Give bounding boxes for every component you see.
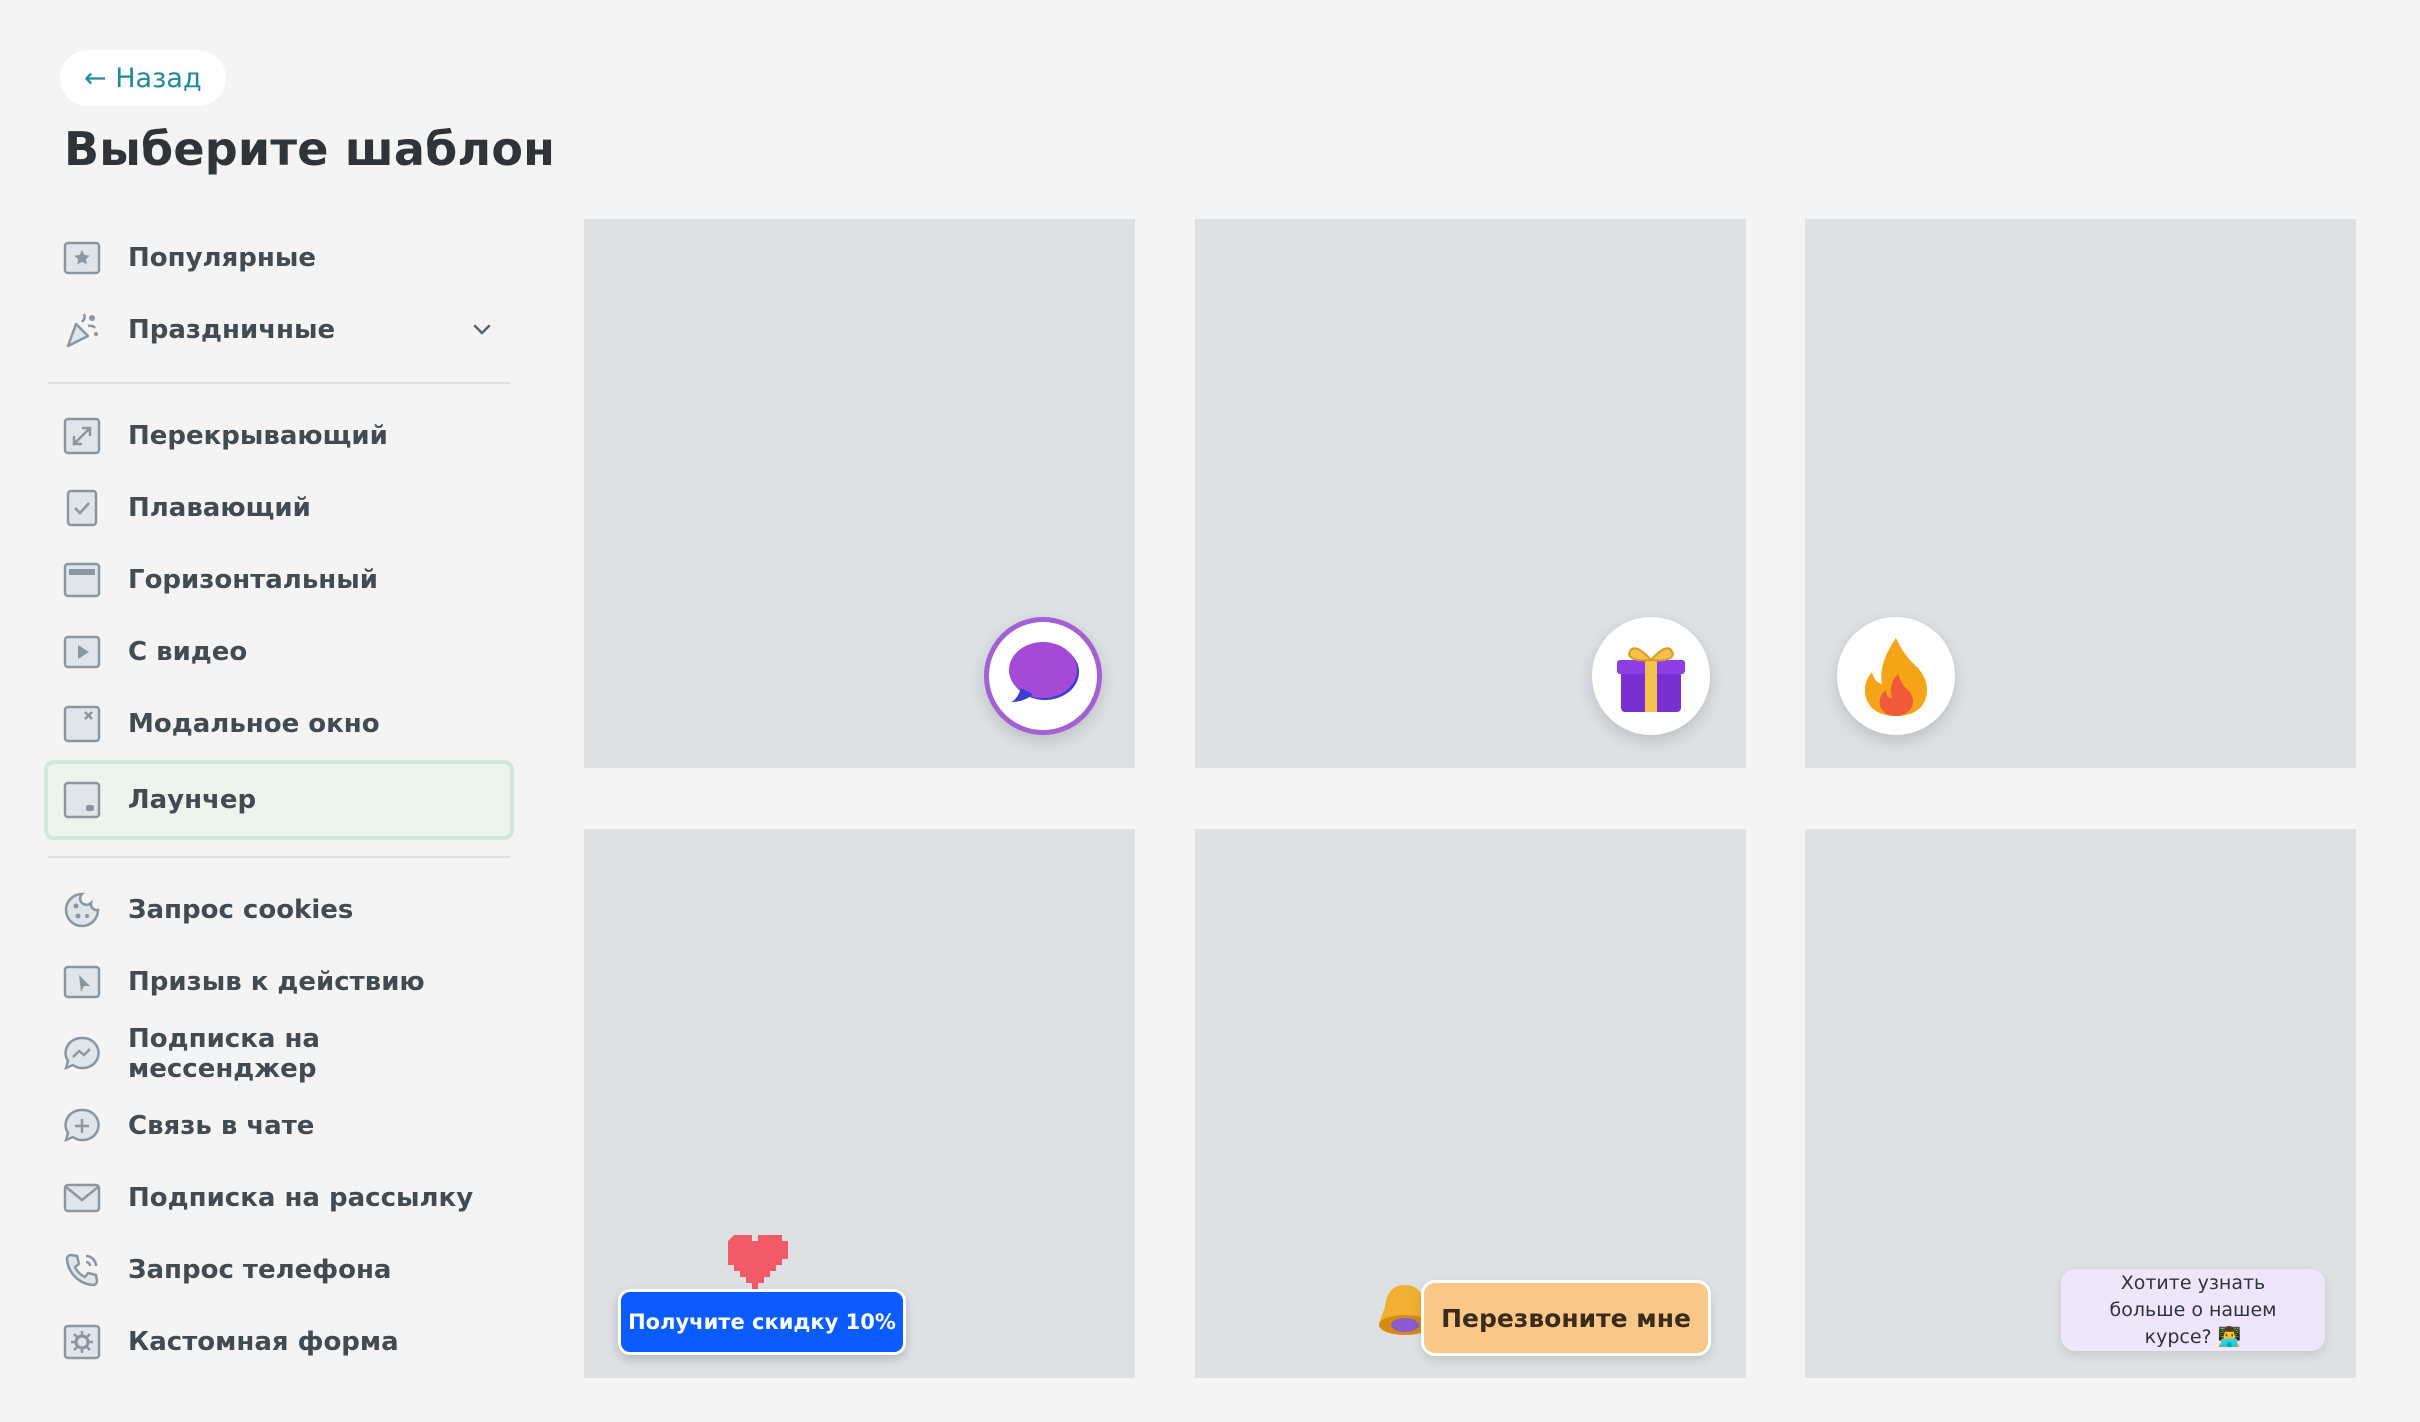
pixel-heart-icon [728,1235,788,1289]
sidebar-item-custom-form[interactable]: Кастомная форма [44,1306,514,1378]
sidebar-item-label: Популярные [128,243,316,273]
sidebar-item-label: Призыв к действию [128,967,425,997]
template-card-course-tooltip[interactable]: Хотите узнать больше о нашем курсе? 👨‍💻 [1805,829,2356,1378]
party-popper-icon [62,310,102,350]
sidebar-item-video[interactable]: С видео [44,616,514,688]
sidebar-item-label: Перекрывающий [128,421,388,451]
sidebar-item-label: Плавающий [128,493,311,523]
envelope-icon [62,1178,102,1218]
callback-label: Перезвоните мне [1441,1303,1691,1333]
sidebar-item-floating[interactable]: Плавающий [44,472,514,544]
sidebar-item-newsletter[interactable]: Подписка на рассылку [44,1162,514,1234]
sidebar-item-cta[interactable]: Призыв к действию [44,946,514,1018]
sidebar-divider [48,382,510,384]
discount-label: Получите скидку 10% [628,1310,896,1334]
messenger-icon [62,1034,102,1074]
back-label: ← Назад [84,62,202,94]
sidebar-item-label: Лаунчер [128,785,257,815]
modal-close-icon [62,704,102,744]
sidebar-item-messenger[interactable]: Подписка на мессенджер [44,1018,514,1090]
sidebar-item-horizontal[interactable]: Горизонтальный [44,544,514,616]
sidebar-item-label: Горизонтальный [128,565,378,595]
cookie-icon [62,890,102,930]
course-tooltip[interactable]: Хотите узнать больше о нашем курсе? 👨‍💻 [2061,1269,2325,1351]
sidebar-item-label: Запрос cookies [128,895,354,925]
sidebar-item-overlay[interactable]: Перекрывающий [44,400,514,472]
callback-button[interactable]: Перезвоните мне [1421,1280,1711,1356]
sidebar-item-holiday[interactable]: Праздничные [44,294,514,366]
template-card-chat-launcher[interactable] [584,219,1135,768]
horizontal-bar-icon [62,560,102,600]
star-icon [62,238,102,278]
fire-icon [1837,617,1955,735]
discount-button[interactable]: Получите скидку 10% [618,1289,906,1355]
gear-icon [62,1322,102,1362]
floating-check-icon [62,488,102,528]
chevron-down-icon[interactable] [468,316,496,344]
back-button[interactable]: ← Назад [60,50,226,106]
sidebar-item-chat[interactable]: Связь в чате [44,1090,514,1162]
sidebar-item-modal[interactable]: Модальное окно [44,688,514,760]
template-card-fire-launcher[interactable] [1805,219,2356,768]
course-tooltip-text: Хотите узнать больше о нашем курсе? 👨‍💻 [2109,1271,2277,1348]
chat-plus-icon [62,1106,102,1146]
sidebar-item-label: Модальное окно [128,709,380,739]
template-card-gift-launcher[interactable] [1195,219,1746,768]
cursor-click-icon [62,962,102,1002]
gift-icon [1592,617,1710,735]
launcher-icon [62,780,102,820]
sidebar-item-popular[interactable]: Популярные [44,222,514,294]
sidebar-item-label: Подписка на рассылку [128,1183,474,1213]
sidebar-item-label: Подписка на мессенджер [128,1024,320,1084]
sidebar-item-label: Запрос телефона [128,1255,392,1285]
chat-bubble-icon [984,617,1102,735]
phone-icon [62,1250,102,1290]
sidebar: Популярные Праздничные Перекрывающий Пла… [44,222,514,1378]
sidebar-item-label: Связь в чате [128,1111,315,1141]
video-icon [62,632,102,672]
sidebar-item-phone[interactable]: Запрос телефона [44,1234,514,1306]
sidebar-item-label: Кастомная форма [128,1327,399,1357]
sidebar-item-label: С видео [128,637,248,667]
page-title: Выберите шаблон [64,122,556,176]
sidebar-divider [48,856,510,858]
template-card-callback[interactable]: Перезвоните мне [1195,829,1746,1378]
template-card-discount[interactable]: Получите скидку 10% [584,829,1135,1378]
sidebar-item-cookies[interactable]: Запрос cookies [44,874,514,946]
sidebar-item-label: Праздничные [128,315,336,345]
sidebar-item-launcher[interactable]: Лаунчер [44,760,514,840]
expand-icon [62,416,102,456]
